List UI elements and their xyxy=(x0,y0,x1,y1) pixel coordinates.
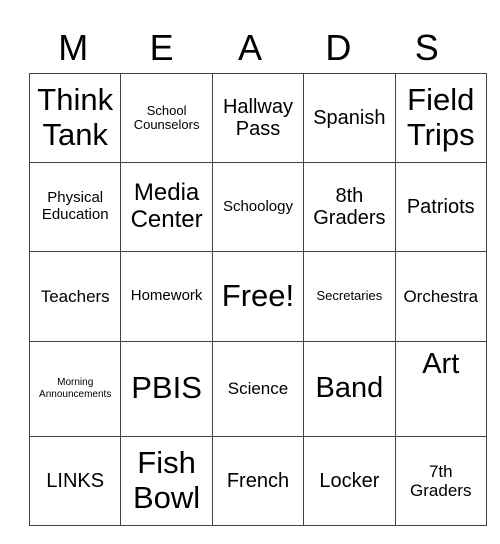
bingo-cell[interactable]: PBIS xyxy=(120,340,213,437)
bingo-cell[interactable]: Art xyxy=(394,340,487,437)
bingo-cell[interactable]: Locker xyxy=(303,435,396,526)
bingo-cell[interactable]: Think Tank xyxy=(28,72,122,164)
header-letter-m: M xyxy=(58,27,89,68)
bingo-cell[interactable]: Patriots xyxy=(394,162,487,253)
board-row: Teachers Homework Free! Secretaries Orch… xyxy=(28,251,487,342)
bingo-cell[interactable]: Science xyxy=(211,340,305,437)
bingo-cell[interactable]: Physical Education xyxy=(28,162,122,253)
bingo-cell[interactable]: Fish Bowl xyxy=(120,435,213,526)
bingo-cell[interactable]: LINKS xyxy=(28,435,122,526)
board-row: LINKS Fish Bowl French Locker 7th Grader… xyxy=(28,435,487,526)
bingo-cell[interactable]: Teachers xyxy=(28,251,122,342)
header-letter-a: A xyxy=(237,27,262,68)
bingo-cell[interactable]: French xyxy=(211,435,305,526)
header-letter-s: S xyxy=(414,27,439,68)
header-letter-d: D xyxy=(325,27,352,68)
board-row: Think Tank School Counselors Hallway Pas… xyxy=(28,72,487,164)
bingo-cell[interactable]: 7th Graders xyxy=(394,435,487,526)
board-row: Physical Education Media Center Schoolog… xyxy=(28,162,487,253)
bingo-cell[interactable]: Homework xyxy=(120,251,213,342)
bingo-cell[interactable]: Schoology xyxy=(211,162,305,253)
bingo-cell[interactable]: Field Trips xyxy=(394,72,487,164)
bingo-cell[interactable]: School Counselors xyxy=(120,72,213,164)
bingo-header: M E A D S xyxy=(29,24,471,72)
bingo-cell[interactable]: Band xyxy=(303,340,396,437)
bingo-cell[interactable]: Hallway Pass xyxy=(211,72,305,164)
bingo-cell[interactable]: 8th Graders xyxy=(303,162,396,253)
bingo-board: Think Tank School Counselors Hallway Pas… xyxy=(28,72,487,526)
header-letter-e: E xyxy=(149,27,174,68)
bingo-cell[interactable]: Orchestra xyxy=(394,251,487,342)
bingo-cell[interactable]: Morning Announcements xyxy=(28,340,122,437)
bingo-cell[interactable]: Secretaries xyxy=(303,251,396,342)
bingo-cell[interactable]: Media Center xyxy=(120,162,213,253)
bingo-cell-free[interactable]: Free! xyxy=(211,251,305,342)
board-row: Morning Announcements PBIS Science Band … xyxy=(28,340,487,437)
bingo-cell[interactable]: Spanish xyxy=(303,72,396,164)
